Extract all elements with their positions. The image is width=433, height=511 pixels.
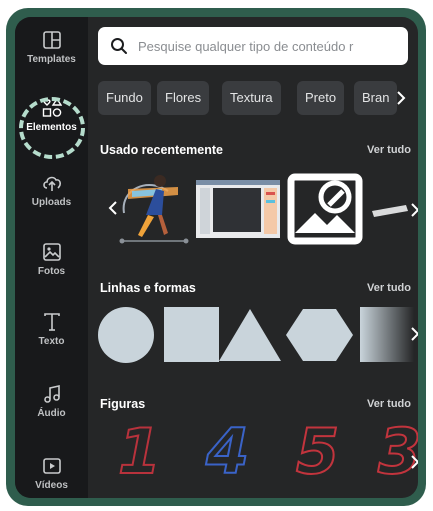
sidebar-item-templates[interactable]: Templates — [15, 29, 88, 65]
sidebar: Templates Elementos Uploads Fotos Texto — [15, 17, 88, 498]
search-placeholder: Pesquise qualquer tipo de conteúdo r — [138, 38, 354, 54]
sidebar-item-label: Templates — [27, 54, 76, 65]
shape-hexagon[interactable] — [286, 309, 353, 361]
sidebar-item-text[interactable]: Texto — [15, 311, 88, 347]
see-all-recent-link[interactable]: Ver tudo — [367, 144, 411, 156]
search-input[interactable]: Pesquise qualquer tipo de conteúdo r — [98, 27, 408, 65]
shapes-next-arrow-icon[interactable] — [408, 323, 418, 345]
sidebar-item-label: Vídeos — [35, 480, 68, 491]
music-note-icon — [41, 383, 63, 405]
templates-icon — [41, 29, 63, 51]
sidebar-item-label: Elementos — [26, 122, 77, 133]
chip-branco[interactable]: Bran — [354, 81, 398, 115]
see-all-lines-shapes-link[interactable]: Ver tudo — [367, 282, 411, 294]
sidebar-item-label: Uploads — [31, 197, 72, 208]
figure-number-five[interactable]: 5 — [295, 414, 340, 489]
main-content: Pesquise qualquer tipo de conteúdo r Fun… — [88, 17, 418, 498]
search-icon — [110, 37, 128, 55]
category-chips: Fundo Flores Textura Preto Bran — [98, 81, 410, 115]
chip-flores[interactable]: Flores — [157, 81, 210, 115]
recent-item-brush-stroke[interactable] — [372, 197, 408, 223]
chip-textura[interactable]: Textura — [222, 81, 281, 115]
section-title-figures: Figuras — [100, 397, 146, 411]
recent-item-dancer-illustration[interactable] — [118, 169, 190, 249]
sidebar-item-elements[interactable]: Elementos — [15, 97, 88, 133]
shape-square[interactable] — [164, 307, 219, 362]
text-icon — [41, 311, 63, 333]
figure-number-four[interactable]: 4 — [205, 414, 250, 489]
shapes-row — [98, 307, 414, 363]
sidebar-item-label: Texto — [38, 336, 65, 347]
elements-icon — [41, 97, 63, 119]
section-title-recent: Usado recentemente — [100, 143, 223, 157]
sidebar-item-audio[interactable]: Áudio — [15, 383, 88, 419]
recent-next-arrow-icon[interactable] — [408, 199, 418, 221]
shape-triangle[interactable] — [219, 309, 281, 361]
elements-panel: Templates Elementos Uploads Fotos Texto — [15, 17, 418, 498]
figure-number-one[interactable]: 1 — [117, 414, 162, 489]
shape-partial-square[interactable] — [360, 307, 414, 362]
chip-fundo[interactable]: Fundo — [98, 81, 151, 115]
video-icon — [41, 455, 63, 477]
section-title-lines-shapes: Linhas e formas — [100, 281, 196, 295]
recent-item-image-placeholder-icon[interactable] — [287, 173, 363, 245]
chips-next-arrow-icon[interactable] — [394, 87, 408, 109]
photo-icon — [41, 241, 63, 263]
sidebar-item-photos[interactable]: Fotos — [15, 241, 88, 277]
sidebar-item-label: Fotos — [37, 266, 66, 277]
sidebar-item-label: Áudio — [37, 408, 66, 419]
figures-next-arrow-icon[interactable] — [408, 451, 418, 473]
upload-cloud-icon — [41, 172, 63, 194]
see-all-figures-link[interactable]: Ver tudo — [367, 398, 411, 410]
shape-circle[interactable] — [98, 307, 154, 363]
sidebar-item-videos[interactable]: Vídeos — [15, 455, 88, 491]
recent-item-screenshot-thumbnail[interactable] — [196, 180, 280, 238]
sidebar-item-uploads[interactable]: Uploads — [15, 172, 88, 208]
chip-preto[interactable]: Preto — [297, 81, 345, 115]
